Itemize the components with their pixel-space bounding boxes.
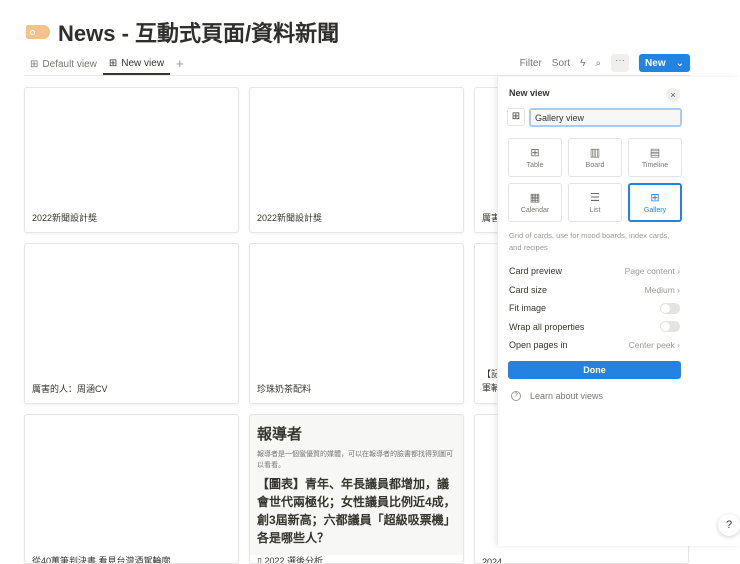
timeline-icon: ▤: [649, 147, 661, 159]
toolbar: Filter Sort ϟ ⌕ ··· New ⌄: [520, 54, 690, 72]
gallery-card[interactable]: 珍珠奶茶配料: [249, 243, 464, 404]
chevron-down-icon[interactable]: ⌄: [676, 58, 684, 69]
done-button[interactable]: Done: [508, 361, 681, 379]
filter-button[interactable]: Filter: [520, 58, 542, 69]
view-type-calendar[interactable]: ▦ Calendar: [508, 183, 562, 222]
view-type-grid: ⊞ Table ▥ Board ▤ Timeline ▦ Calendar ☰ List …: [508, 138, 682, 222]
view-type-board[interactable]: ▥ Board: [568, 138, 622, 177]
add-view-button[interactable]: +: [170, 54, 190, 75]
card-title: 2024: [482, 557, 503, 564]
wrap-properties-toggle[interactable]: [660, 321, 680, 333]
value-text: Medium: [644, 284, 675, 295]
tab-new-view[interactable]: ⊞ New view: [102, 54, 171, 75]
gallery-card[interactable]: 厲害的人：周涵CV: [24, 243, 239, 404]
setting-value: Medium ›: [645, 285, 680, 295]
page-header: News - 互動式頁面/資料新聞: [26, 16, 339, 48]
setting-card-size[interactable]: Card size Medium ›: [509, 281, 680, 300]
gallery-icon: ⊞: [108, 58, 118, 69]
list-icon: ☰: [590, 192, 600, 204]
chevron-right-icon: ›: [677, 284, 680, 295]
setting-label: Open pages in: [509, 340, 568, 351]
sort-button[interactable]: Sort: [552, 58, 570, 69]
gallery-card[interactable]: 從40萬筆判決書 看見台灣酒駕輪廓: [24, 414, 239, 564]
card-title: 2022新聞設計獎: [257, 213, 323, 223]
search-icon[interactable]: ⌕: [595, 58, 601, 69]
card-preview: 報導者 報導者是一個蠻優質的媒體，可以在報導者的臉書都找得到圖可以看看。 【圖表…: [250, 415, 463, 555]
new-button[interactable]: New ⌄: [639, 54, 690, 72]
help-circle-icon: ?: [511, 391, 521, 401]
view-type-timeline[interactable]: ▤ Timeline: [628, 138, 682, 177]
fit-image-toggle[interactable]: [660, 302, 680, 314]
gallery-icon: ⊞: [650, 192, 660, 204]
type-label: List: [589, 207, 601, 214]
card-title-text: 2022 選後分析: [264, 556, 323, 564]
gallery-card[interactable]: 2022新聞設計獎: [24, 87, 239, 233]
setting-value: Page content ›: [625, 266, 680, 276]
card-title: 珍珠奶茶配料: [257, 384, 312, 394]
type-label: Gallery: [643, 207, 667, 214]
preview-heading: 【圖表】青年、年長議員都增加，議會世代兩極化；女性議員比例近4成，創3屆新高；六…: [257, 477, 456, 545]
card-title: 2022新聞設計獎: [32, 213, 98, 223]
automation-icon[interactable]: ϟ: [580, 58, 585, 69]
preview-title: 報導者: [257, 426, 303, 443]
tag-icon: [26, 25, 50, 39]
type-label: Timeline: [641, 162, 669, 169]
setting-label: Card size: [509, 284, 548, 295]
type-label: Table: [526, 162, 544, 169]
calendar-icon: ▦: [529, 192, 541, 204]
page-title: News - 互動式頁面/資料新聞: [58, 21, 340, 46]
view-type-list[interactable]: ☰ List: [568, 183, 622, 222]
setting-label: Wrap all properties: [509, 321, 585, 332]
setting-card-preview[interactable]: Card preview Page content ›: [509, 262, 680, 281]
gallery-card[interactable]: 報導者 報導者是一個蠻優質的媒體，可以在報導者的臉書都找得到圖可以看看。 【圖表…: [249, 414, 464, 564]
table-icon: ⊞: [30, 59, 39, 70]
table-icon: ⊞: [530, 147, 540, 159]
card-title: 厲害的人：周涵CV: [32, 384, 108, 394]
learn-label: Learn about views: [530, 391, 604, 401]
chevron-right-icon: ›: [677, 340, 680, 351]
setting-value: Center peek ›: [628, 340, 680, 350]
chevron-right-icon: ›: [677, 266, 680, 277]
board-icon: ▥: [589, 147, 601, 159]
card-title: ▯ 2022 選後分析: [257, 554, 323, 564]
new-view-panel: New view × ⊞ ⊞ Table ▥ Board ▤ Timeline ▦ Ca…: [497, 77, 740, 546]
settings-list: Card preview Page content › Card size Medi…: [509, 262, 680, 355]
setting-open-pages[interactable]: Open pages in Center peek ›: [509, 336, 680, 355]
gallery-card[interactable]: 2022新聞設計獎: [249, 87, 464, 233]
gallery-icon[interactable]: ⊞: [507, 108, 525, 126]
preview-text: 報導者是一個蠻優質的媒體，可以在報導者的臉書都找得到圖可以看看。: [257, 451, 453, 469]
page-icon: ▯: [257, 556, 265, 564]
view-description: Grid of cards, use for mood boards, inde…: [509, 231, 670, 252]
setting-wrap-properties: Wrap all properties: [509, 318, 680, 337]
type-label: Board: [585, 162, 605, 169]
learn-about-views-link[interactable]: ? Learn about views: [511, 391, 603, 401]
close-icon[interactable]: ×: [666, 88, 680, 102]
view-type-table[interactable]: ⊞ Table: [508, 138, 562, 177]
type-label: Calendar: [520, 207, 550, 214]
tab-label: Default view: [42, 59, 97, 70]
more-button[interactable]: ···: [611, 54, 630, 72]
panel-title: New view: [509, 88, 550, 98]
card-title: 從40萬筆判決書 看見台灣酒駕輪廓: [32, 556, 171, 564]
setting-label: Fit image: [509, 303, 547, 314]
tab-default-view[interactable]: ⊞ Default view: [24, 54, 103, 75]
view-type-gallery[interactable]: ⊞ Gallery: [628, 183, 682, 222]
value-text: Center peek: [628, 340, 675, 351]
setting-fit-image: Fit image: [509, 299, 680, 318]
new-label: New: [645, 57, 666, 69]
view-name-input[interactable]: [529, 108, 682, 127]
value-text: Page content: [624, 266, 675, 277]
help-button[interactable]: ?: [718, 514, 740, 536]
setting-label: Card preview: [509, 266, 563, 277]
tab-label: New view: [121, 58, 165, 69]
